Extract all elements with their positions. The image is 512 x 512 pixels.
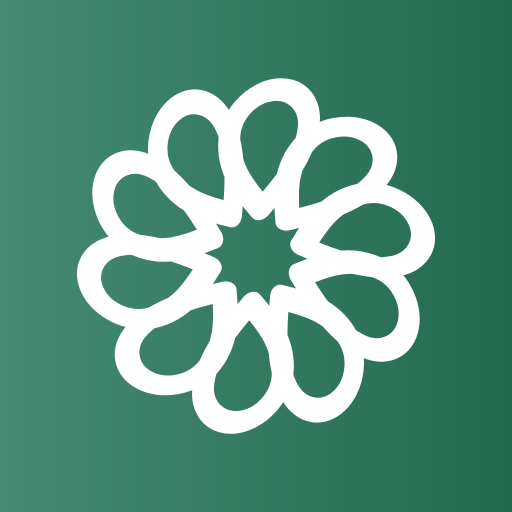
flower-logo-icon: [0, 0, 512, 512]
app-icon: [0, 0, 512, 512]
background: [0, 0, 512, 512]
